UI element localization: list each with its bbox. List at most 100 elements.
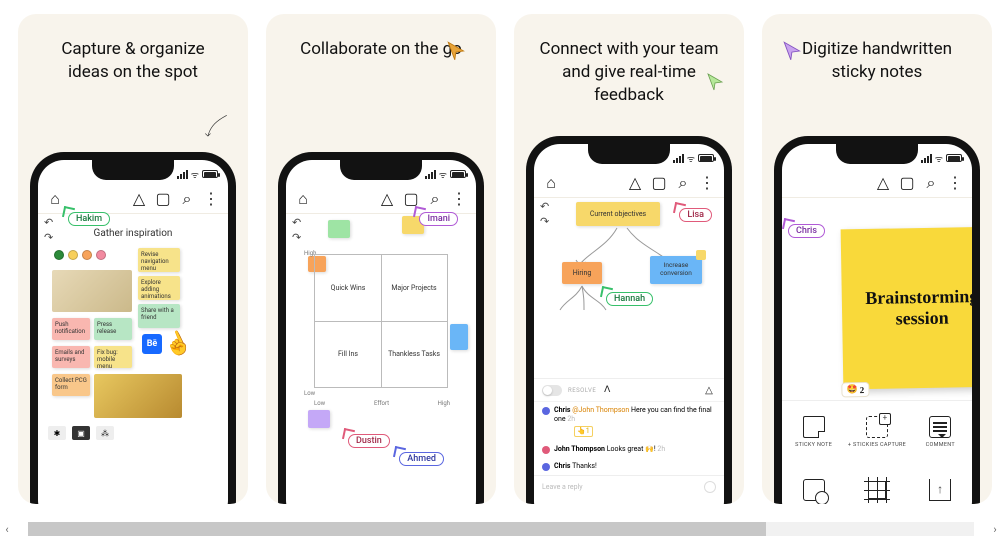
home-icon[interactable]: ⌂ <box>296 192 310 206</box>
tool-sticky-note[interactable]: STICKY NOTE <box>782 401 845 464</box>
sticky-note[interactable]: Explore adding animations <box>138 276 180 300</box>
panel-title: Capture & organize ideas on the spot <box>18 14 248 92</box>
undo-icon[interactable]: ↶ <box>292 216 301 229</box>
screenshot-gallery[interactable]: Capture & organize ideas on the spot ᯤ ⌂… <box>0 0 1002 506</box>
thread-up-icon[interactable]: ᐱ <box>602 385 612 395</box>
app-toolbar: ⌂ △ ▢ ⌕ ⋮ <box>534 168 724 198</box>
sticky-note[interactable]: Emails and surveys <box>52 346 90 368</box>
comment-thread[interactable]: RESOLVE ᐱ △ Chris @John Thompson Here yo… <box>534 378 724 504</box>
phone-frame: ᯤ ⌂ △ ▢ ⌕ ⋮ ↶ ↷ Current obje <box>526 136 732 504</box>
mindmap-node[interactable]: Hiring <box>562 262 602 284</box>
thumb[interactable]: ⁂ <box>96 426 114 440</box>
tool-comment[interactable]: COMMENT <box>909 401 972 464</box>
comment-author: Chris <box>554 462 571 470</box>
more-icon[interactable]: ⋮ <box>700 176 714 190</box>
canvas[interactable]: ↶ ↷ Imani High Low Low High Effort Quick… <box>286 214 476 504</box>
cursor-bubble: Dustin <box>348 434 390 448</box>
handwritten-sticky[interactable]: Brainstorming session 🤩 2 <box>841 227 972 390</box>
phone-frame: ᯤ ⌂ △ ▢ ⌕ ⋮ ↶ ↷ <box>278 152 484 504</box>
sticky-text: Brainstorming session <box>854 286 972 330</box>
frame-icon[interactable]: ▢ <box>652 176 666 190</box>
tool-grid: STICKY NOTE + STICKIES CAPTURE COMMENT <box>782 400 972 504</box>
redo-icon[interactable]: ↷ <box>292 231 301 244</box>
reply-input[interactable]: Leave a reply <box>534 475 724 498</box>
tool-label: COMMENT <box>926 442 955 448</box>
sticky-note[interactable]: Push notification <box>52 318 90 340</box>
sticky-note[interactable] <box>308 410 330 428</box>
frame-icon[interactable]: ▢ <box>156 192 170 206</box>
frame-icon[interactable]: ▢ <box>404 192 418 206</box>
arrow-cursor-orange-icon <box>446 40 468 62</box>
undo-icon[interactable]: ↶ <box>44 216 53 229</box>
mindmap-node[interactable]: Increase conversion <box>650 256 702 284</box>
search-icon[interactable]: ⌕ <box>428 192 442 206</box>
scrollbar-thumb[interactable] <box>28 522 766 536</box>
sticky-note[interactable]: Revise navigation menu <box>138 248 180 272</box>
reaction-stamp[interactable]: 👆1 <box>574 426 593 437</box>
thread-label: RESOLVE <box>568 387 596 394</box>
bell-icon[interactable]: △ <box>876 176 890 190</box>
sticky-note[interactable] <box>450 324 468 350</box>
canvas[interactable]: ↶ ↷ Hakim Gather inspiration Revise navi… <box>38 214 228 504</box>
panel-capture-organize: Capture & organize ideas on the spot ᯤ ⌂… <box>18 14 248 504</box>
scroll-right-arrow[interactable]: › <box>988 523 1002 536</box>
thumbnail-row[interactable]: ✱ ▣ ⁂ <box>48 426 114 440</box>
undo-redo[interactable]: ↶ ↷ <box>540 200 549 228</box>
cursor-bubble: Lisa <box>679 208 712 222</box>
canvas[interactable]: ↶ ↷ Current objectives Lisa Hiring Incre… <box>534 198 724 504</box>
tool-stickies-capture[interactable]: + STICKIES CAPTURE <box>845 401 908 464</box>
image-card[interactable] <box>94 374 182 418</box>
comment-badge[interactable] <box>696 250 706 260</box>
sticky-note[interactable]: Collect PCG form <box>52 374 90 396</box>
search-icon[interactable]: ⌕ <box>676 176 690 190</box>
panel-collaborate: Collaborate on the go ᯤ ⌂ △ ▢ ⌕ ⋮ <box>266 14 496 504</box>
tool-frame[interactable]: FRAME <box>845 464 908 505</box>
image-card[interactable] <box>52 270 132 312</box>
comment: John Thompson Looks great 🙌! 2h <box>534 441 724 458</box>
comment-author: John Thompson <box>554 445 605 453</box>
priority-matrix[interactable]: Quick Wins Major Projects Fill Ins Thank… <box>314 254 448 388</box>
sticky-note[interactable] <box>328 220 350 238</box>
horizontal-scrollbar[interactable]: ‹ › <box>0 520 1002 538</box>
sticky-note[interactable]: Share with a friend <box>138 304 180 328</box>
matrix-cell: Quick Wins <box>315 255 381 321</box>
undo-redo[interactable]: ↶ ↷ <box>292 216 301 244</box>
scrollbar-track[interactable] <box>28 522 974 536</box>
home-icon[interactable]: ⌂ <box>544 176 558 190</box>
search-icon[interactable]: ⌕ <box>180 192 194 206</box>
bell-icon[interactable]: △ <box>380 192 394 206</box>
bell-icon[interactable]: △ <box>702 383 716 397</box>
search-icon[interactable]: ⌕ <box>924 176 938 190</box>
avatar <box>542 446 550 454</box>
thumb[interactable]: ✱ <box>48 426 66 440</box>
redo-icon[interactable]: ↷ <box>44 231 53 244</box>
attach-icon[interactable] <box>704 481 716 493</box>
mention[interactable]: @John Thompson <box>572 406 629 414</box>
tool-label: + STICKIES CAPTURE <box>848 442 906 448</box>
more-icon[interactable]: ⋮ <box>204 192 218 206</box>
sticky-note[interactable]: Press release <box>94 318 132 340</box>
comment: Chris Thanks! <box>534 458 724 475</box>
mindmap-root[interactable]: Current objectives <box>576 202 660 226</box>
bell-icon[interactable]: △ <box>132 192 146 206</box>
canvas[interactable]: Chris Brainstorming session 🤩 2 STICKY N… <box>782 198 972 504</box>
home-icon[interactable]: ⌂ <box>48 192 62 206</box>
frame-icon[interactable]: ▢ <box>900 176 914 190</box>
more-icon[interactable]: ⋮ <box>452 192 466 206</box>
phone-frame: ᯤ ⌂ △ ▢ ⌕ ⋮ ↶ <box>30 152 236 504</box>
reaction-badge[interactable]: 🤩 2 <box>841 382 869 397</box>
color-palette[interactable] <box>54 250 106 260</box>
sticky-note[interactable]: Fix bug: mobile menu <box>94 346 132 368</box>
undo-icon[interactable]: ↶ <box>540 200 549 213</box>
behance-icon[interactable]: Bē <box>142 334 162 354</box>
more-icon[interactable]: ⋮ <box>948 176 962 190</box>
resolve-toggle[interactable] <box>542 385 562 396</box>
app-toolbar: △ ▢ ⌕ ⋮ <box>782 168 972 198</box>
undo-redo[interactable]: ↶ ↷ <box>44 216 53 244</box>
tool-upload[interactable]: UPLOAD <box>909 464 972 505</box>
thumb[interactable]: ▣ <box>72 426 90 440</box>
redo-icon[interactable]: ↷ <box>540 215 549 228</box>
tool-shape[interactable]: SHAPE <box>782 464 845 505</box>
bell-icon[interactable]: △ <box>628 176 642 190</box>
scroll-left-arrow[interactable]: ‹ <box>0 523 14 536</box>
